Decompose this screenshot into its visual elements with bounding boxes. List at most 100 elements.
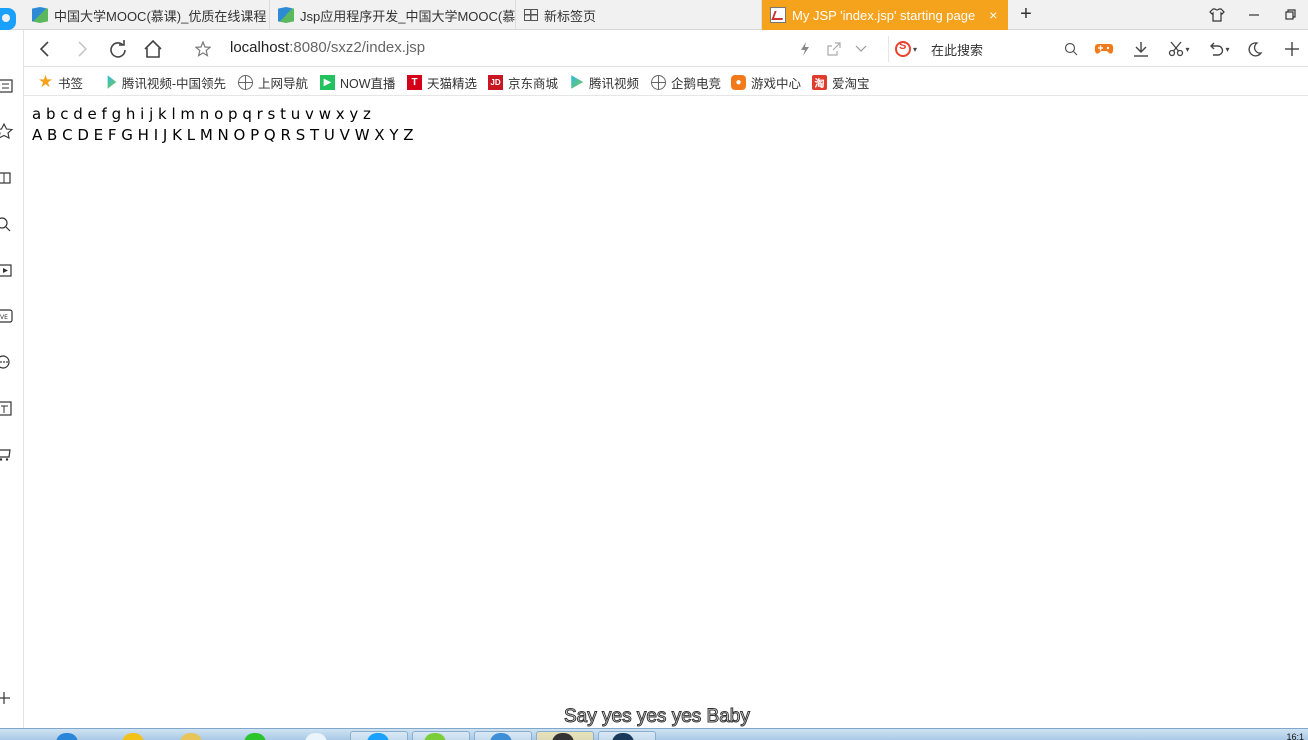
video-icon[interactable] xyxy=(0,262,14,280)
svg-text:VE: VE xyxy=(0,314,8,321)
bookmark-label: 游戏中心 xyxy=(751,76,802,91)
star-icon: ★ xyxy=(37,72,54,91)
list-icon[interactable] xyxy=(0,78,14,96)
bookmark-label: 企鹅电竞 xyxy=(671,76,722,91)
screenshot-scissors-icon[interactable]: ▾ xyxy=(1164,38,1194,60)
menu-plus-icon[interactable] xyxy=(1281,38,1303,60)
favorites-star-icon[interactable] xyxy=(0,123,14,141)
search-input[interactable]: 在此搜索 xyxy=(931,40,983,59)
bookmark-penguin-esports[interactable]: 企鹅电竞 xyxy=(651,72,721,92)
now-live-icon: ▶ xyxy=(320,74,335,90)
bookmark-label: 京东商城 xyxy=(508,76,559,91)
grid-icon xyxy=(524,9,538,21)
address-bar: localhost:8080/sxz2/index.jsp ▾ 在此搜索 ▾ ▾ xyxy=(24,30,1308,67)
star-outline-icon xyxy=(195,41,211,57)
forward-button[interactable] xyxy=(69,36,95,62)
qq-icon[interactable] xyxy=(305,733,327,740)
system-clock[interactable]: 16:1 xyxy=(1286,732,1304,740)
clothing-skin-icon[interactable] xyxy=(1198,0,1236,30)
bookmark-tencent-video-china[interactable]: 腾讯视频-中国领先 xyxy=(106,72,226,92)
search-icon[interactable] xyxy=(1060,38,1082,60)
bookmark-ai-taobao[interactable]: 淘 爱淘宝 xyxy=(812,72,870,92)
reader-icon[interactable] xyxy=(0,170,14,188)
mooc-icon xyxy=(278,7,294,23)
jsp-page-icon xyxy=(770,7,786,23)
search-box[interactable]: ▾ 在此搜索 xyxy=(888,36,1084,62)
jd-icon: JD xyxy=(488,74,503,90)
tab-title: 中国大学MOOC(慕课)_优质在线课程 xyxy=(54,8,267,24)
bookmark-label: 爱淘宝 xyxy=(832,76,870,91)
tencent-video-icon xyxy=(107,75,117,89)
chevron-left-icon xyxy=(39,41,49,57)
close-tab-icon[interactable]: × xyxy=(989,7,997,23)
bookmark-label: 天猫精选 xyxy=(427,76,478,91)
reload-button[interactable] xyxy=(105,36,131,62)
tab-mooc-home[interactable]: 中国大学MOOC(慕课)_优质在线课程 xyxy=(24,0,270,30)
tab-title: 新标签页 xyxy=(544,8,597,24)
tab-new-tab[interactable]: 新标签页 xyxy=(516,0,762,30)
left-sidebar: VE xyxy=(0,30,24,730)
bookmark-game-center[interactable]: ● 游戏中心 xyxy=(731,72,801,92)
globe-icon xyxy=(238,74,253,90)
bookmark-star-button[interactable] xyxy=(190,36,216,62)
translate-icon[interactable] xyxy=(0,400,14,418)
bookmark-label: 腾讯视频-中国领先 xyxy=(121,76,226,91)
chevron-down-icon[interactable] xyxy=(850,38,872,60)
ie-icon[interactable] xyxy=(56,733,78,740)
add-sidebar-item-icon[interactable] xyxy=(0,690,14,708)
new-tab-button[interactable]: + xyxy=(1015,3,1037,27)
chat-icon[interactable] xyxy=(0,354,14,372)
restore-icon[interactable] xyxy=(1272,0,1308,30)
bookmarks-bar: ★ 书签 腾讯视频-中国领先 上网导航 ▶ NOW直播 T 天猫精选 JD 京东… xyxy=(24,67,1308,96)
tab-title: Jsp应用程序开发_中国大学MOOC(慕 xyxy=(300,8,515,24)
game-center-icon: ● xyxy=(731,74,746,90)
download-icon[interactable] xyxy=(1130,38,1152,60)
windows-taskbar: 16:1 xyxy=(0,728,1308,740)
back-button[interactable] xyxy=(32,36,58,62)
tab-bar: 中国大学MOOC(慕课)_优质在线课程 Jsp应用程序开发_中国大学MOOC(慕… xyxy=(0,0,1308,30)
uppercase-alphabet: A B C D E F G H I J K L M N O P Q R S T … xyxy=(32,126,414,144)
search-icon[interactable] xyxy=(0,216,14,234)
lyric-subtitle: Say yes yes yes Baby xyxy=(564,706,751,728)
bookmark-web-navigation[interactable]: 上网导航 xyxy=(238,72,308,92)
bookmark-label: 腾讯视频 xyxy=(589,76,640,91)
tmall-icon: T xyxy=(407,74,422,90)
bookmark-jd[interactable]: JD 京东商城 xyxy=(488,72,558,92)
taobao-icon: 淘 xyxy=(812,74,827,90)
share-icon[interactable] xyxy=(823,38,845,60)
url-path: :8080/sxz2/index.jsp xyxy=(289,39,426,56)
tencent-video-icon xyxy=(571,75,584,89)
reload-icon xyxy=(110,40,126,58)
game-controller-icon[interactable] xyxy=(1093,38,1115,60)
chevron-right-icon xyxy=(78,41,88,57)
bookmark-tmall[interactable]: T 天猫精选 xyxy=(407,72,477,92)
search-engine-dropdown-icon[interactable]: ▾ xyxy=(913,45,917,54)
url-field[interactable]: localhost:8080/sxz2/index.jsp xyxy=(230,39,425,56)
bookmark-label: 上网导航 xyxy=(258,76,309,91)
bookmark-now-live[interactable]: ▶ NOW直播 xyxy=(320,72,396,92)
bookmark-tencent-video[interactable]: 腾讯视频 xyxy=(569,72,639,92)
lowercase-alphabet: a b c d e f g h i j k l m n o p q r s t … xyxy=(32,105,371,123)
explorer-icon[interactable] xyxy=(122,733,144,740)
mooc-icon xyxy=(32,7,48,23)
wechat-icon[interactable] xyxy=(244,733,266,740)
tab-title: My JSP 'index.jsp' starting page xyxy=(792,7,976,23)
tab-jsp-course[interactable]: Jsp应用程序开发_中国大学MOOC(慕 xyxy=(270,0,516,30)
lightning-icon[interactable] xyxy=(794,38,816,60)
bookmark-folder[interactable]: ★ 书签 xyxy=(38,72,83,92)
night-mode-moon-icon[interactable] xyxy=(1244,38,1266,60)
qq-browser-logo-icon[interactable] xyxy=(0,8,16,30)
bookmark-label: 书签 xyxy=(58,76,84,91)
live-icon[interactable]: VE xyxy=(0,308,14,326)
home-icon xyxy=(144,40,162,58)
minimize-icon[interactable] xyxy=(1235,0,1273,30)
shopping-cart-icon[interactable] xyxy=(0,446,14,464)
page-content: a b c d e f g h i j k l m n o p q r s t … xyxy=(32,104,414,146)
url-host: localhost xyxy=(230,39,290,56)
home-button[interactable] xyxy=(140,36,166,62)
undo-close-tab-icon[interactable]: ▾ xyxy=(1204,38,1234,60)
tab-jsp-index[interactable]: My JSP 'index.jsp' starting page × xyxy=(762,0,1008,30)
sogou-search-icon[interactable] xyxy=(895,40,911,57)
globe-icon xyxy=(651,74,666,90)
folder-icon[interactable] xyxy=(180,733,202,740)
